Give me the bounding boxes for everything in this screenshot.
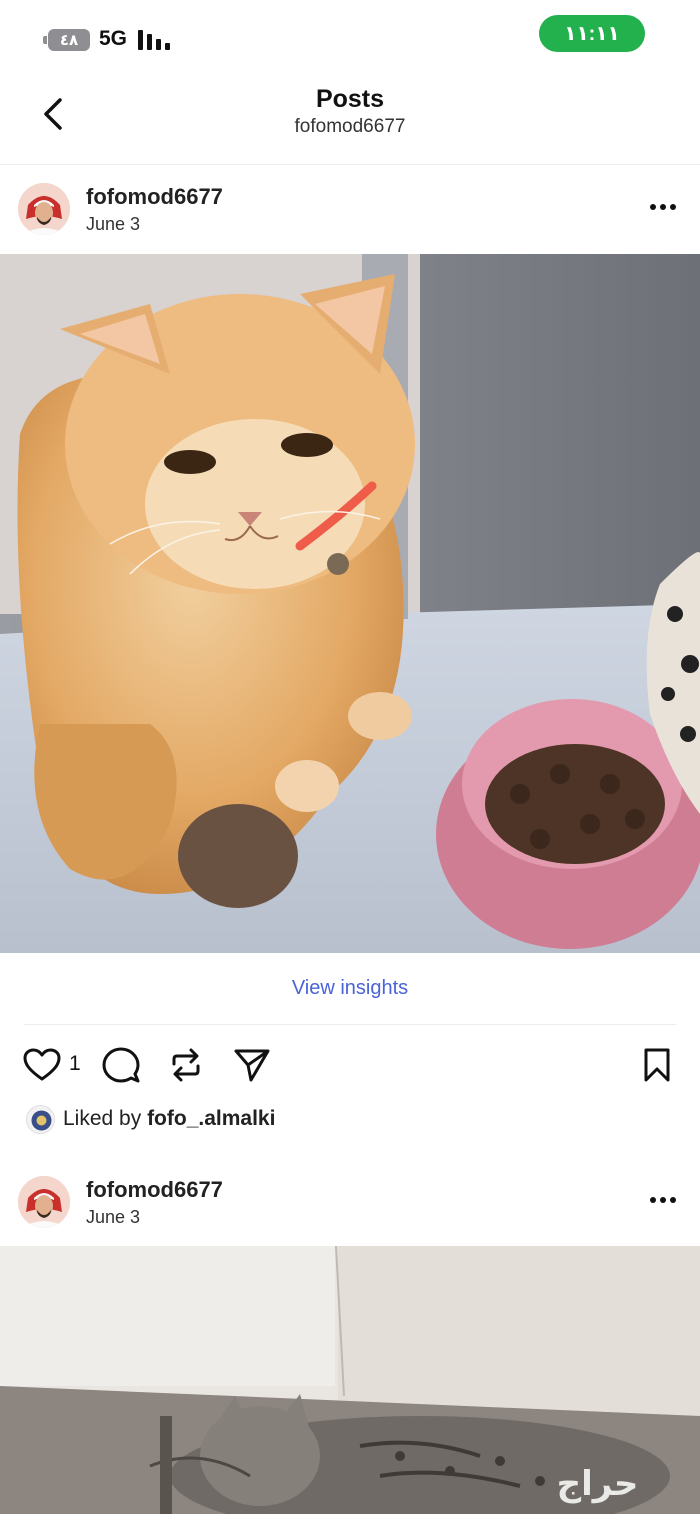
status-bar: ٤٨ 5G ١١:١١ [0,0,700,75]
more-options-button[interactable] [640,192,686,222]
post-actions: 1 [0,1038,700,1092]
avatar-image [18,183,70,235]
liker-avatar-image [27,1106,54,1133]
bookmark-button[interactable] [636,1044,678,1086]
view-insights-row: View insights [24,953,676,1025]
repost-button[interactable] [165,1044,207,1086]
comment-icon [102,1047,140,1083]
more-options-button[interactable] [640,1185,686,1215]
post-header: fofomod6677 June 3 [0,1159,700,1247]
view-insights-link[interactable]: View insights [292,977,408,1000]
battery-indicator: ٤٨ [43,29,90,51]
like-count: 1 [69,1052,81,1075]
posts-header: Posts fofomod6677 [0,75,700,165]
more-horizontal-icon [650,204,676,210]
watermark-text: حراج [556,1464,639,1504]
page-title: Posts [315,85,385,113]
watermark-logo: حراج [505,1464,690,1508]
share-button[interactable] [231,1044,273,1086]
post-date: June 3 [86,214,141,234]
liked-by-text: Liked by fofo_.almalki [63,1107,275,1131]
signal-icon [138,30,170,50]
post-date: June 3 [86,1207,141,1227]
liker-avatar [26,1105,55,1134]
page-subtitle: fofomod6677 [294,116,406,137]
network-label: 5G [99,27,128,50]
time-pill: ١١:١١ [539,15,645,52]
comment-button[interactable] [100,1044,142,1086]
like-button[interactable] [21,1044,63,1086]
liked-by-prefix: Liked by [63,1107,142,1130]
avatar[interactable] [18,1176,70,1228]
avatar-image [18,1176,70,1228]
liked-by-row[interactable]: Liked by fofo_.almalki [0,1101,700,1139]
more-horizontal-icon [650,1197,676,1203]
liked-by-username[interactable]: fofo_.almalki [147,1107,275,1130]
post-header: fofomod6677 June 3 [0,166,700,254]
post-username[interactable]: fofomod6677 [86,1177,223,1203]
post-image[interactable] [0,254,700,953]
repost-icon [172,1048,200,1082]
cat-photo [0,254,700,953]
avatar[interactable] [18,183,70,235]
bookmark-icon [644,1048,670,1082]
post-username[interactable]: fofomod6677 [86,184,223,210]
share-icon [234,1049,270,1082]
status-time: ١١:١١ [564,23,620,45]
battery-level: ٤٨ [59,32,79,49]
heart-icon [23,1048,61,1081]
post-image[interactable]: حراج [0,1246,700,1514]
